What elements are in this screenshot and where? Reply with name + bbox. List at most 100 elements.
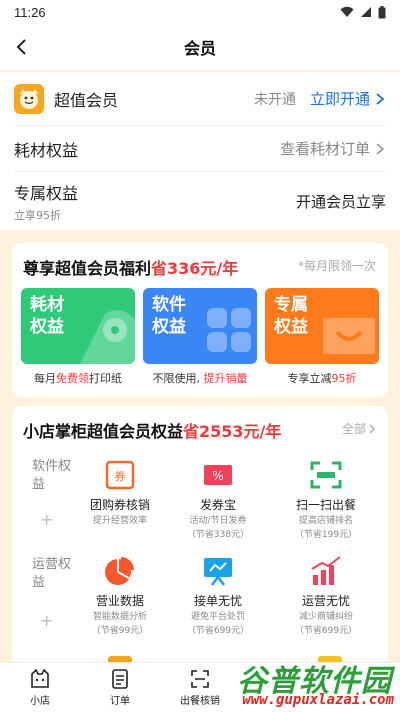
- exclusive-caption: 专享立减95折: [265, 370, 379, 386]
- wifi-icon: [340, 6, 354, 17]
- view-consumables-orders-link[interactable]: 查看耗材订单: [280, 138, 370, 159]
- caption-highlight: 提升销量: [203, 372, 248, 385]
- benefits-savings: 省336元/年: [151, 259, 239, 278]
- tab-label: 小店: [30, 696, 50, 707]
- percent-ticket-icon: %: [198, 458, 238, 492]
- feature-savings: （节省699元）: [294, 626, 358, 636]
- exclusive-row[interactable]: 专属权益 立享95折 开通会员立享: [14, 172, 386, 230]
- feature-desc: 智能数据分析: [92, 612, 147, 622]
- feature-savings: （节省699元）: [186, 626, 250, 636]
- membership-row[interactable]: 超值会员 未开通 立即开通: [14, 72, 386, 126]
- top-nav-bar: 会员: [0, 24, 400, 70]
- operation-group-plus: +: [40, 611, 54, 630]
- software-caption: 不限使用, 提升销量: [143, 370, 257, 386]
- caption-text: 每月: [34, 372, 56, 385]
- feature-desc: 避免平台处罚: [190, 612, 245, 622]
- membership-logo-icon: [14, 83, 44, 114]
- bottom-tab-bar: 小店 订单 出餐核销: [0, 662, 400, 712]
- svg-text:券: 券: [115, 469, 126, 483]
- chevron-right-icon: [369, 424, 375, 433]
- shop-savings: 省2553元/年: [183, 422, 282, 441]
- shop-cat-icon: [0, 668, 80, 690]
- system-icons: [340, 5, 386, 19]
- membership-name: 超值会员: [54, 90, 119, 110]
- svg-text:%: %: [212, 469, 223, 483]
- software-tile[interactable]: 软件权益: [143, 288, 257, 364]
- view-all-label: 全部: [341, 422, 366, 436]
- chevron-right-icon: [376, 142, 385, 155]
- tab-label: 出餐核销: [180, 696, 220, 707]
- page-title: 会员: [183, 39, 216, 58]
- shop-benefits-card: 小店掌柜超值会员权益省2553元/年 全部 软件权益 + 运营权益 + 券 团购…: [12, 406, 388, 666]
- caption-text: 打印纸: [89, 372, 122, 385]
- battery-icon: [378, 5, 386, 18]
- feature-savings: （节省338元）: [186, 530, 250, 540]
- operation-group-label: 运营权益: [32, 557, 72, 590]
- feature-scan-serve[interactable]: 扫一扫出餐 提高店铺排名 （节省199元）: [276, 458, 376, 541]
- consumables-tile[interactable]: 耗材权益: [21, 288, 135, 364]
- feature-coupon-redeem[interactable]: 券 团购券核销 提升经营效率: [70, 458, 170, 527]
- feature-coupon-sender[interactable]: % 发券宝 活动/节日发券 （节省338元）: [168, 458, 268, 541]
- benefits-note: *每月限领一次: [297, 259, 376, 273]
- status-time: 11:26: [14, 4, 46, 20]
- scan-frame-icon: [160, 668, 240, 690]
- pie-chart-icon: [100, 554, 140, 588]
- tab-label: 订单: [110, 696, 130, 707]
- software-group-label: 软件权益: [32, 459, 72, 492]
- exclusive-link[interactable]: 开通会员立享: [296, 191, 386, 212]
- feature-desc: 减少商铺纠纷: [298, 612, 353, 622]
- presentation-icon: [198, 554, 238, 588]
- tab-shop[interactable]: 小店: [0, 668, 80, 707]
- exclusive-label: 专属权益: [14, 183, 79, 203]
- caption-text: 专享立减: [287, 372, 332, 385]
- view-all-link[interactable]: 全部: [342, 420, 376, 437]
- tab-serve-redeem[interactable]: 出餐核销: [160, 668, 240, 707]
- membership-status: 未开通: [253, 91, 296, 108]
- order-icon: [80, 668, 160, 690]
- chevron-left-icon: [16, 39, 26, 55]
- caption-highlight: 95折: [331, 372, 357, 385]
- benefits-title: 尊享超值会员福利省336元/年: [23, 255, 238, 279]
- shop-benefits-title: 小店掌柜超值会员权益省2553元/年: [23, 418, 281, 442]
- feature-name: 扫一扫出餐: [295, 498, 356, 512]
- feature-business-data[interactable]: 营业数据 智能数据分析 （节省99元）: [70, 554, 170, 637]
- feature-name: 团购券核销: [89, 498, 150, 512]
- software-group-plus: +: [40, 510, 54, 529]
- feature-desc: 提升经营效率: [92, 516, 147, 526]
- tile-label: 专属权益: [274, 295, 308, 337]
- shop-title-text: 小店掌柜超值会员权益: [23, 422, 184, 441]
- bar-chart-icon: [306, 554, 346, 588]
- feature-desc: 活动/节日发券: [189, 516, 247, 526]
- consumables-row[interactable]: 耗材权益 查看耗材订单: [14, 126, 386, 172]
- exclusive-tile[interactable]: 专属权益: [265, 288, 379, 364]
- scan-icon: [306, 458, 346, 492]
- feature-name: 接单无忧: [193, 594, 242, 608]
- signal-icon: [361, 7, 371, 17]
- feature-desc: 提高店铺排名: [298, 516, 353, 526]
- chevron-right-icon: [376, 92, 385, 105]
- coupon-icon: 券: [100, 458, 140, 492]
- benefits-title-text: 尊享超值会员福利: [23, 259, 152, 278]
- tile-label: 耗材权益: [30, 295, 64, 337]
- consumables-label: 耗材权益: [14, 140, 79, 160]
- consumables-caption: 每月免费领打印纸: [21, 370, 135, 386]
- exclusive-sub: 立享95折: [14, 208, 61, 222]
- paper-roll-icon: [80, 310, 135, 364]
- caption-highlight: 免费领: [56, 372, 89, 385]
- benefits-card: 尊享超值会员福利省336元/年 *每月限领一次 耗材权益 软件权益 专属权益 每…: [12, 243, 388, 397]
- tile-label: 软件权益: [152, 295, 186, 337]
- open-membership-link[interactable]: 立即开通: [310, 88, 370, 109]
- feature-name: 营业数据: [95, 594, 144, 608]
- feature-name: 发券宝: [199, 498, 236, 512]
- feature-operation-worry-free[interactable]: 运营无忧 减少商铺纠纷 （节省699元）: [276, 554, 376, 637]
- feature-order-worry-free[interactable]: 接单无忧 避免平台处罚 （节省699元）: [168, 554, 268, 637]
- feature-name: 运营无忧: [301, 594, 350, 608]
- discount-tag-icon: [323, 318, 375, 354]
- feature-savings: （节省99元）: [91, 626, 149, 636]
- back-button[interactable]: [8, 34, 34, 60]
- tab-orders[interactable]: 订单: [80, 668, 160, 707]
- app-grid-icon: [207, 308, 251, 352]
- membership-panel: 超值会员 未开通 立即开通 耗材权益 查看耗材订单 专属权益 立享95折 开通会…: [0, 72, 400, 230]
- feature-savings: （节省199元）: [294, 530, 358, 540]
- status-bar: 11:26: [0, 0, 400, 24]
